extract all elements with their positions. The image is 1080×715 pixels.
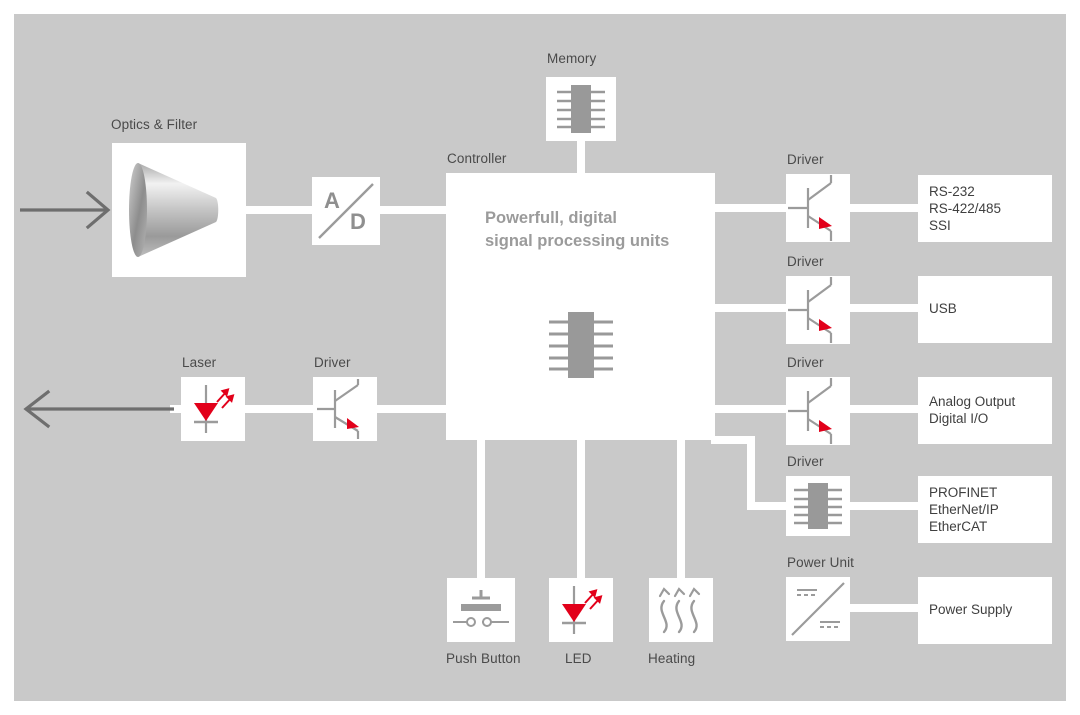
output-line-serial-1: RS-422/485 <box>929 201 1002 216</box>
wire-controller-to-led <box>577 436 585 578</box>
laser-label: Laser <box>182 355 217 370</box>
optics-node[interactable] <box>112 143 246 277</box>
wire-driver3-to-analog <box>846 405 922 413</box>
wire-adc-to-controller <box>376 206 450 214</box>
wire-controller-to-pushbutton <box>477 436 485 578</box>
heating-node[interactable] <box>649 578 713 642</box>
controller-node[interactable]: Powerfull, digital signal processing uni… <box>446 173 715 440</box>
wire-optics-to-adc <box>246 206 316 214</box>
output-box-power[interactable]: Power Supply <box>918 577 1052 644</box>
wire-laser-to-driver <box>245 405 317 413</box>
push-button-node[interactable] <box>447 578 515 642</box>
output-arrow <box>18 387 178 431</box>
wire-powerunit-to-powersupply <box>846 604 922 612</box>
cone-lens-icon <box>129 163 219 257</box>
wire-controller-to-driver2 <box>711 304 787 312</box>
wire-driver4-to-fieldbus <box>846 502 922 510</box>
analog-digital-converter-icon <box>318 183 374 239</box>
dc-dc-converter-icon <box>791 582 845 636</box>
optics-label: Optics & Filter <box>111 117 198 132</box>
driver4-label: Driver <box>787 454 824 469</box>
controller-chip-icon-wrap <box>535 306 627 386</box>
block-diagram: Optics & Filter A D Memory Controller Po… <box>0 0 1080 715</box>
frame-border-bottom <box>0 701 1080 715</box>
output-line-serial-0: RS-232 <box>929 184 975 199</box>
wire-driver2-to-usb <box>846 304 922 312</box>
led-label: LED <box>565 651 592 666</box>
laser-driver-label: Driver <box>314 355 351 370</box>
adc-node[interactable]: A D <box>312 177 380 245</box>
output-box-fieldbus[interactable]: PROFINET EtherNet/IP EtherCAT <box>918 476 1052 543</box>
transistor-icon <box>788 378 833 444</box>
adc-analog-letter: A <box>324 188 340 213</box>
laser-driver-node[interactable] <box>313 377 377 441</box>
input-arrow <box>18 188 114 232</box>
frame-border-right <box>1066 0 1080 715</box>
wire-controller-to-heating <box>677 436 685 578</box>
ic-chip-icon <box>549 312 613 378</box>
wire-driver1-to-serial <box>846 204 922 212</box>
output-line-analog-0: Analog Output <box>929 394 1016 409</box>
adc-digital-letter: D <box>350 209 366 234</box>
transistor-icon <box>788 175 833 241</box>
memory-label: Memory <box>547 51 597 66</box>
wire-laserdriver-to-controller <box>377 405 450 413</box>
heat-waves-icon <box>658 587 701 634</box>
controller-text-line2: signal processing units <box>485 232 670 250</box>
push-button-label: Push Button <box>446 651 521 666</box>
controller-label: Controller <box>447 151 507 166</box>
laser-node[interactable] <box>181 377 245 441</box>
memory-node[interactable] <box>546 77 616 141</box>
output-line-power-0: Power Supply <box>929 602 1013 617</box>
output-line-analog-1: Digital I/O <box>929 411 989 426</box>
wire-controller-to-driver4-vertical <box>747 436 755 506</box>
output-box-serial[interactable]: RS-232 RS-422/485 SSI <box>918 175 1052 242</box>
led-node[interactable] <box>549 578 613 642</box>
wire-controller-to-driver1 <box>711 204 787 212</box>
output-line-serial-2: SSI <box>929 218 951 233</box>
output-box-analog[interactable]: Analog Output Digital I/O <box>918 377 1052 444</box>
driver1-label: Driver <box>787 152 824 167</box>
frame-border-top <box>0 0 1080 14</box>
wire-memory-to-controller <box>577 136 585 178</box>
ic-chip-icon <box>794 483 842 529</box>
wire-controller-to-driver4-entry <box>747 502 787 510</box>
driver3-node[interactable] <box>786 377 850 445</box>
output-box-usb[interactable]: USB <box>918 276 1052 343</box>
driver2-node[interactable] <box>786 276 850 344</box>
output-line-fieldbus-2: EtherCAT <box>929 519 988 534</box>
push-button-switch-icon <box>453 590 509 627</box>
output-line-usb-0: USB <box>929 301 957 316</box>
transistor-icon <box>317 379 360 439</box>
heating-label: Heating <box>648 651 696 666</box>
led-diode-icon <box>562 586 603 634</box>
power-unit-node[interactable] <box>786 577 850 641</box>
driver1-node[interactable] <box>786 174 850 242</box>
laser-diode-icon <box>194 385 235 433</box>
driver3-label: Driver <box>787 355 824 370</box>
power-unit-label: Power Unit <box>787 555 855 570</box>
output-line-fieldbus-0: PROFINET <box>929 485 998 500</box>
ic-chip-icon <box>557 85 605 133</box>
driver4-node[interactable] <box>786 476 850 536</box>
controller-text-line1: Powerfull, digital <box>485 209 618 227</box>
wire-controller-to-driver3 <box>711 405 787 413</box>
frame-border-left <box>0 0 14 715</box>
transistor-icon <box>788 277 833 343</box>
driver2-label: Driver <box>787 254 824 269</box>
output-line-fieldbus-1: EtherNet/IP <box>929 502 999 517</box>
